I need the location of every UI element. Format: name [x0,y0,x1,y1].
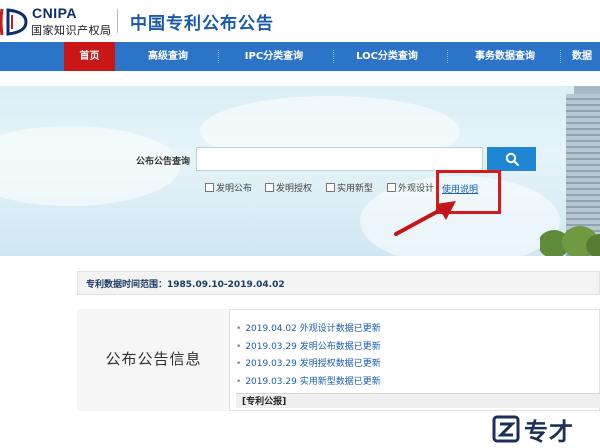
news-item[interactable]: • 2019.03.29 发明授权数据已更新 [236,356,381,369]
logo-english-text: CNIPA [32,5,78,21]
checkbox-label: 实用新型 [337,184,374,194]
nav-separator [218,50,219,63]
nav-item-ipc-search[interactable]: IPC分类查询 [231,42,317,71]
main-nav: 首页 高级查询 IPC分类查询 LOC分类查询 事务数据查询 数据 [0,42,600,71]
search-label: 公布公告查询 [136,157,191,167]
checkbox-label: 发明公布 [216,184,253,194]
nav-item-home[interactable]: 首页 [64,42,115,71]
news-item[interactable]: • 2019.03.29 发明公布数据已更新 [236,339,381,352]
watermark-logo-icon [492,415,520,443]
nav-item-data[interactable]: 数据 [572,42,600,71]
bullet-icon: • [236,359,242,369]
site-title[interactable]: 中国专利公布公告 [130,9,274,34]
bullet-icon: • [236,377,242,387]
header-divider [117,9,118,33]
news-text: 外观设计数据已更新 [299,324,381,334]
checkbox-utility-model[interactable]: 实用新型 [326,181,373,194]
news-text: 发明授权数据已更新 [299,359,381,369]
checkbox-label: 外观设计 [398,184,435,194]
announcement-title: 公布公告信息 [105,350,202,368]
checkbox-invention-grant[interactable]: 发明授权 [265,181,312,194]
news-date: 2019.03.29 [245,342,297,352]
cnipa-logo-icon[interactable] [0,6,30,38]
data-range-text: 专利数据时间范围：1985.09.10-2019.04.02 [86,280,285,290]
patent-gazette-tab-label: [专利公报] [242,397,287,407]
news-date: 2019.03.29 [245,359,297,369]
news-text: 发明公布数据已更新 [299,342,381,352]
checkbox-box[interactable] [326,183,335,192]
checkbox-design[interactable]: 外观设计 [387,181,434,194]
bullet-icon: • [236,324,242,334]
news-item[interactable]: • 2019.03.29 实用新型数据已更新 [236,374,381,387]
checkbox-box[interactable] [205,183,214,192]
news-date: 2019.03.29 [245,377,297,387]
checkbox-box[interactable] [265,183,274,192]
patent-gazette-tab[interactable] [236,393,600,408]
watermark: 专才 [492,414,574,446]
nav-item-loc-search[interactable]: LOC分类查询 [343,42,431,71]
logo-chinese-text: 国家知识产权局 [31,24,112,37]
nav-separator [560,50,561,63]
checkbox-label: 发明授权 [276,184,313,194]
annotation-arrow-icon [394,201,456,236]
trees-image [540,226,600,256]
search-input[interactable] [196,147,483,171]
watermark-text: 专才 [524,417,574,446]
bullet-icon: • [236,342,242,352]
nav-separator [447,50,448,63]
nav-item-transaction-search[interactable]: 事务数据查询 [463,42,547,71]
checkbox-invention-publication[interactable]: 发明公布 [205,181,252,194]
nav-item-advanced-search[interactable]: 高级查询 [133,42,203,71]
news-date: 2019.04.02 [245,324,297,334]
nav-separator [333,50,334,63]
search-button[interactable] [487,147,536,171]
site-header: CNIPA 国家知识产权局 中国专利公布公告 [0,0,600,42]
checkbox-box[interactable] [387,183,396,192]
search-icon [505,152,519,166]
news-text: 实用新型数据已更新 [299,377,381,387]
hero-banner [0,86,600,256]
news-item[interactable]: • 2019.04.02 外观设计数据已更新 [236,321,381,334]
